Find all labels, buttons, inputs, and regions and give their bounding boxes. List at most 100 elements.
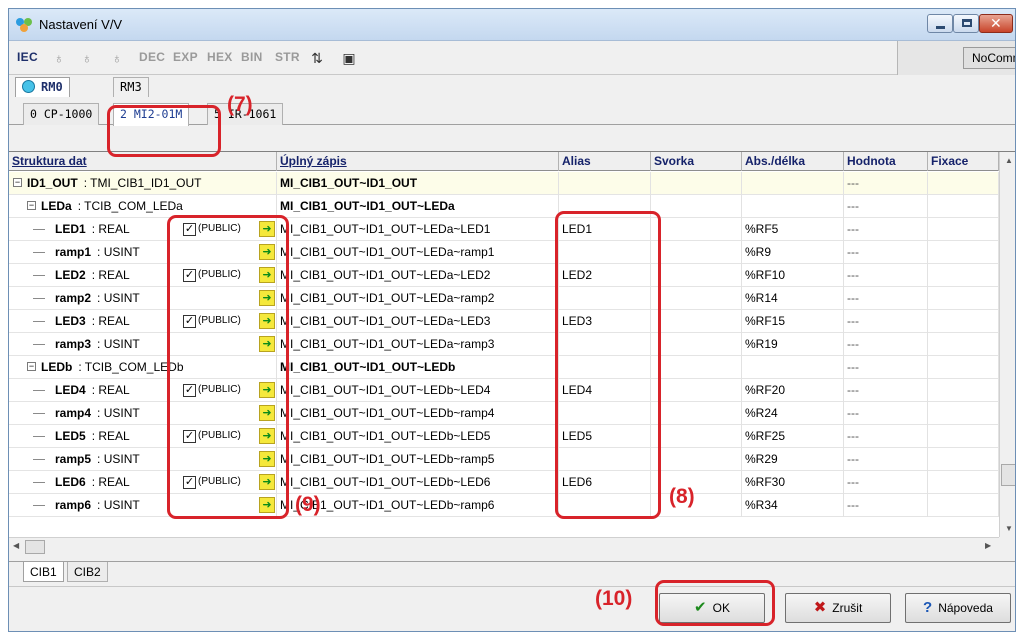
col-header-value[interactable]: Hodnota [844,152,928,171]
table-row[interactable]: LED1: REAL ✓ (PUBLIC) ➜ MI_CIB1_OUT~ID1_OUT~… [9,218,999,241]
abs-length-cell[interactable]: %R14 [742,287,844,310]
table-row[interactable]: ramp6: USINT ➜ MI_CIB1_OUT~ID1_OUT~LEDb~ra… [9,494,999,517]
terminal-cell[interactable] [651,402,742,425]
assign-icon[interactable]: ➜ [259,451,275,467]
table-row[interactable]: − LEDa: TCIB_COM_LEDa MI_CIB1_OUT~ID1_OUT~… [9,195,999,218]
bike-icon-2[interactable]: ♁ [77,48,97,68]
tab-rm3[interactable]: RM3 [113,77,149,97]
fixed-cell[interactable] [928,379,999,402]
hex-button[interactable]: HEX [207,50,233,64]
alias-cell[interactable]: LED3 [559,310,651,333]
bike-icon-1[interactable]: ♁ [49,48,69,68]
assign-icon[interactable]: ➜ [259,313,275,329]
alias-cell[interactable] [559,494,651,517]
maximize-button[interactable] [953,14,979,33]
full-name-cell[interactable]: MI_CIB1_OUT~ID1_OUT~LEDb [277,356,559,379]
alias-cell[interactable]: LED4 [559,379,651,402]
abs-length-cell[interactable]: %R29 [742,448,844,471]
value-cell[interactable]: --- [844,471,928,494]
public-checkbox[interactable]: ✓ [183,315,196,328]
value-cell[interactable]: --- [844,448,928,471]
tab-rm0[interactable]: RM0 [15,77,70,97]
value-cell[interactable]: --- [844,264,928,287]
terminal-cell[interactable] [651,310,742,333]
assign-icon[interactable]: ➜ [259,382,275,398]
terminal-cell[interactable] [651,379,742,402]
abs-length-cell[interactable]: %RF5 [742,218,844,241]
vertical-scrollbar[interactable]: ▲ ▼ [999,152,1015,537]
abs-length-cell[interactable]: %RF20 [742,379,844,402]
table-row[interactable]: ramp5: USINT ➜ MI_CIB1_OUT~ID1_OUT~LEDb~ra… [9,448,999,471]
value-cell[interactable]: --- [844,356,928,379]
table-row[interactable]: LED4: REAL ✓ (PUBLIC) ➜ MI_CIB1_OUT~ID1_OUT~… [9,379,999,402]
structure-cell[interactable]: LED5: REAL ✓ (PUBLIC) ➜ [9,425,277,448]
alias-cell[interactable] [559,356,651,379]
structure-cell[interactable]: ramp4: USINT ➜ [9,402,277,425]
full-name-cell[interactable]: MI_CIB1_OUT~ID1_OUT~LEDb~ramp5 [277,448,559,471]
table-row[interactable]: LED2: REAL ✓ (PUBLIC) ➜ MI_CIB1_OUT~ID1_OUT~… [9,264,999,287]
abs-length-cell[interactable] [742,356,844,379]
scroll-up-icon[interactable]: ▲ [1005,156,1013,165]
scroll-down-icon[interactable]: ▼ [1005,524,1013,533]
vertical-scroll-thumb[interactable] [1001,464,1015,486]
structure-cell[interactable]: ramp6: USINT ➜ [9,494,277,517]
structure-cell[interactable]: LED6: REAL ✓ (PUBLIC) ➜ [9,471,277,494]
fixed-cell[interactable] [928,471,999,494]
value-cell[interactable]: --- [844,287,928,310]
alias-cell[interactable] [559,241,651,264]
terminal-cell[interactable] [651,264,742,287]
assign-icon[interactable]: ➜ [259,405,275,421]
abs-length-cell[interactable]: %R19 [742,333,844,356]
value-cell[interactable]: --- [844,425,928,448]
public-checkbox[interactable]: ✓ [183,223,196,236]
fixed-cell[interactable] [928,333,999,356]
public-checkbox[interactable]: ✓ [183,269,196,282]
alias-cell[interactable] [559,333,651,356]
abs-length-cell[interactable]: %RF15 [742,310,844,333]
alias-cell[interactable] [559,402,651,425]
fixed-cell[interactable] [928,218,999,241]
public-checkbox[interactable]: ✓ [183,430,196,443]
assign-icon[interactable]: ➜ [259,497,275,513]
ok-button[interactable]: ✔ OK [659,593,765,623]
table-row[interactable]: LED5: REAL ✓ (PUBLIC) ➜ MI_CIB1_OUT~ID1_OUT~… [9,425,999,448]
abs-length-cell[interactable]: %R34 [742,494,844,517]
structure-cell[interactable]: ramp2: USINT ➜ [9,287,277,310]
alias-cell[interactable]: LED5 [559,425,651,448]
table-row[interactable]: LED3: REAL ✓ (PUBLIC) ➜ MI_CIB1_OUT~ID1_OUT~… [9,310,999,333]
fixed-cell[interactable] [928,287,999,310]
abs-length-cell[interactable]: %RF25 [742,425,844,448]
abs-length-cell[interactable]: %R9 [742,241,844,264]
col-header-abs[interactable]: Abs./délka [742,152,844,171]
structure-cell[interactable]: ramp3: USINT ➜ [9,333,277,356]
structure-cell[interactable]: − LEDb: TCIB_COM_LEDb [9,356,277,379]
table-row[interactable]: LED6: REAL ✓ (PUBLIC) ➜ MI_CIB1_OUT~ID1_OUT~… [9,471,999,494]
structure-cell[interactable]: LED4: REAL ✓ (PUBLIC) ➜ [9,379,277,402]
value-cell[interactable]: --- [844,218,928,241]
full-name-cell[interactable]: MI_CIB1_OUT~ID1_OUT~LEDa [277,195,559,218]
scroll-left-icon[interactable]: ◀ [13,541,19,550]
value-cell[interactable]: --- [844,241,928,264]
collapse-icon[interactable]: − [27,362,36,371]
fixed-cell[interactable] [928,425,999,448]
terminal-cell[interactable] [651,241,742,264]
terminal-cell[interactable] [651,356,742,379]
table-row[interactable]: − LEDb: TCIB_COM_LEDb MI_CIB1_OUT~ID1_OUT~… [9,356,999,379]
abs-length-cell[interactable]: %RF10 [742,264,844,287]
alias-cell[interactable] [559,448,651,471]
full-name-cell[interactable]: MI_CIB1_OUT~ID1_OUT~LEDa~LED2 [277,264,559,287]
dec-button[interactable]: DEC [139,50,165,64]
value-cell[interactable]: --- [844,195,928,218]
iec-button[interactable]: IEC [17,50,38,64]
terminal-cell[interactable] [651,494,742,517]
bin-button[interactable]: BIN [241,50,263,64]
col-header-alias[interactable]: Alias [559,152,651,171]
terminal-cell[interactable] [651,195,742,218]
assign-icon[interactable]: ➜ [259,474,275,490]
full-name-cell[interactable]: MI_CIB1_OUT~ID1_OUT~LEDa~ramp2 [277,287,559,310]
full-name-cell[interactable]: MI_CIB1_OUT~ID1_OUT~LEDb~LED4 [277,379,559,402]
full-name-cell[interactable]: MI_CIB1_OUT~ID1_OUT~LEDb~LED5 [277,425,559,448]
cancel-button[interactable]: ✖ Zrušit [785,593,891,623]
value-cell[interactable]: --- [844,402,928,425]
col-header-fixed[interactable]: Fixace [928,152,999,171]
